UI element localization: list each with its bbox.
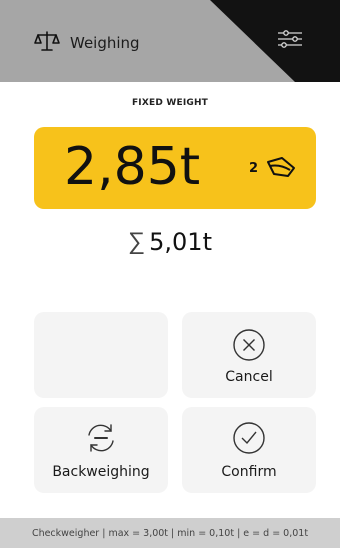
load-count: 2 [249,161,259,176]
settings-button[interactable] [270,26,310,56]
sigma-icon: ∑ [128,227,146,255]
cancel-button[interactable]: Cancel [182,312,316,398]
scale-info-text: Checkweigher | max = 3,00t | min = 0,10t… [31,527,309,539]
current-weight-value: 2,85t [64,137,201,197]
confirm-label: Confirm [221,464,277,480]
total-weight-value: 5,01t [149,227,212,256]
confirm-button[interactable]: Confirm [182,407,316,493]
backweighing-icon [83,421,119,459]
weighing-panel: FIXED WEIGHT 2,85t 2 ∑ 5,01t Cancel Back… [10,82,330,498]
bucket-load-icon [264,154,300,182]
page-title: Weighing [70,34,140,52]
header-title-group: Weighing [34,30,140,56]
sliders-icon [277,29,303,53]
balance-scale-icon [34,30,60,56]
cancel-label: Cancel [225,369,273,385]
cancel-circle-icon [232,328,266,366]
total-weight-row: ∑ 5,01t [10,227,330,256]
empty-action-button[interactable] [34,312,168,398]
mode-label: FIXED WEIGHT [131,98,209,108]
backweighing-button[interactable]: Backweighing [34,407,168,493]
scale-info-footer: Checkweigher | max = 3,00t | min = 0,10t… [0,518,340,548]
current-weight-display: 2,85t 2 [34,127,316,209]
app-header: Weighing [0,0,340,82]
confirm-check-icon [232,421,266,459]
backweighing-label: Backweighing [52,464,150,480]
